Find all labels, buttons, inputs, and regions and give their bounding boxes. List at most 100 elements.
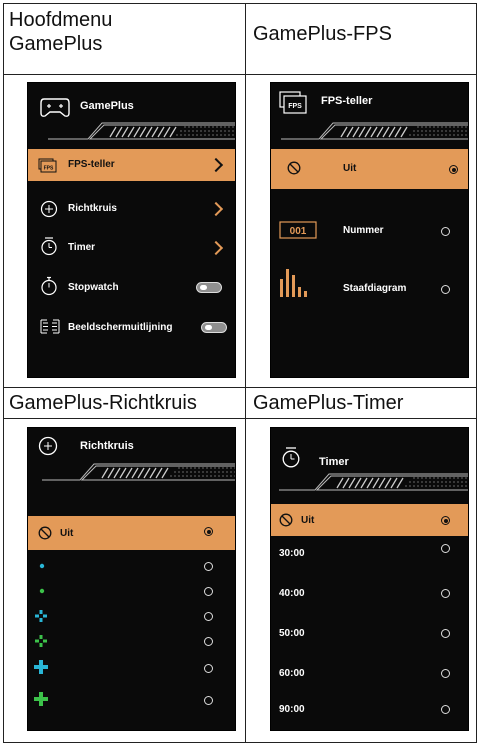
crosshair-icon [40,200,58,218]
fps-option-number[interactable]: 001 Nummer [271,217,468,245]
radio-unselected[interactable] [204,664,213,673]
radio-unselected[interactable] [204,587,213,596]
timer-option-40[interactable]: 40:00 [271,580,468,608]
option-label: Uit [60,528,74,539]
menu-item-label: Beeldschermuitlijning [68,322,173,333]
timer-option-off[interactable]: Uit [271,504,468,536]
off-icon [287,161,301,175]
off-icon [38,526,52,540]
column-divider [245,4,246,742]
menu-item-label: Stopwatch [68,282,119,293]
fps-screen: FPS FPS-teller Uit 001 Nummer Staafdiagr… [270,82,469,378]
fps-option-off[interactable]: Uit [271,149,468,189]
gamepad-icon [40,98,70,117]
menu-item-display-alignment[interactable]: Beeldschermuitlijning [28,313,235,341]
radio-unselected[interactable] [441,285,450,294]
crosshair-option-cross-small-green[interactable] [28,629,235,653]
fps-option-bar-graph[interactable]: Staafdiagram [271,261,468,303]
radio-unselected[interactable] [204,562,213,571]
cross-crosshair-icon [34,660,48,674]
dot-crosshair-icon [39,588,45,594]
main-menu-screen: GamePlus FPS FPS-teller Richtkruis Timer… [27,82,236,378]
radio-unselected[interactable] [441,589,450,598]
crosshair-option-cross-large-green[interactable] [28,684,235,714]
cross-crosshair-icon [35,610,47,622]
fps-icon: FPS [38,158,57,173]
menu-item-label: Richtkruis [68,203,117,214]
cell-title-line1: Hoofdmenu [9,9,113,31]
menu-item-timer[interactable]: Timer [28,233,235,261]
off-icon [279,513,293,527]
stopwatch-icon [41,276,57,296]
radio-unselected[interactable] [441,544,450,553]
row-divider [4,74,476,75]
svg-text:FPS: FPS [288,103,302,110]
crosshair-icon [38,436,58,456]
timer-option-50[interactable]: 50:00 [271,620,468,648]
svg-text:001: 001 [290,226,307,237]
option-label: 40:00 [279,588,305,599]
bar-graph-icon [280,269,307,297]
fps-icon: FPS [279,91,307,114]
radio-selected[interactable] [449,165,458,174]
crosshair-option-cross-large-cyan[interactable] [28,654,235,682]
screen-header: Richtkruis [28,428,235,488]
cell-title-line2: GamePlus [9,33,103,55]
crosshair-option-dot-green[interactable] [28,579,235,603]
crosshair-option-dot-cyan[interactable] [28,554,235,578]
menu-item-label: FPS-teller [68,159,115,170]
radio-unselected[interactable] [441,669,450,678]
timer-option-60[interactable]: 60:00 [271,660,468,688]
option-label: Uit [343,163,357,174]
screen-header: FPS FPS-teller [271,83,468,143]
crosshair-option-cross-small-cyan[interactable] [28,604,235,628]
option-label: 90:00 [279,704,305,715]
timer-option-30[interactable]: 30:00 [271,540,468,568]
timer-option-90[interactable]: 90:00 [271,696,468,724]
radio-unselected[interactable] [204,637,213,646]
option-label: 50:00 [279,628,305,639]
radio-unselected[interactable] [441,227,450,236]
option-label: 30:00 [279,548,305,559]
radio-unselected[interactable] [204,612,213,621]
timer-screen: Timer Uit 30:00 40:00 50:00 60:00 90:00 [270,427,469,731]
radio-selected[interactable] [204,527,213,536]
screen-title: Richtkruis [80,440,134,452]
radio-unselected[interactable] [441,629,450,638]
screen-header: Timer [271,428,468,491]
radio-unselected[interactable] [204,696,213,705]
chevron-right-icon [208,240,224,256]
crosshair-option-off[interactable]: Uit [28,516,235,550]
cell-title-fps: GamePlus-FPS [253,23,392,45]
display-alignment-toggle[interactable] [201,322,227,333]
stopwatch-toggle[interactable] [196,282,222,293]
cell-title-timer: GamePlus-Timer [253,392,404,414]
number-counter-icon: 001 [279,221,317,239]
svg-text:FPS: FPS [44,166,54,172]
option-label: Uit [301,515,315,526]
menu-item-stopwatch[interactable]: Stopwatch [28,273,235,301]
row-divider [4,387,476,388]
chevron-right-icon [208,201,224,217]
screen-title: GamePlus [80,100,134,112]
alignment-icon [40,319,60,334]
screen-header: GamePlus [28,83,235,143]
cell-title-crosshair: GamePlus-Richtkruis [9,392,197,414]
radio-selected[interactable] [441,516,450,525]
header-stripe-decoration [42,463,235,481]
dot-crosshair-icon [39,563,45,569]
cross-crosshair-icon [34,692,48,706]
menu-item-crosshair[interactable]: Richtkruis [28,195,235,223]
menu-item-fps-counter[interactable]: FPS FPS-teller [28,149,235,181]
option-label: 60:00 [279,668,305,679]
radio-unselected[interactable] [441,705,450,714]
screen-title: Timer [319,456,349,468]
menu-item-label: Timer [68,242,96,253]
figure-table: Hoofdmenu GamePlus GamePlus-FPS GamePlus… [3,3,477,743]
timer-icon [282,447,300,468]
row-divider [4,418,476,419]
timer-icon [41,237,57,256]
cross-crosshair-icon [35,635,47,647]
cell-title-main-menu: Hoofdmenu GamePlus [9,8,112,56]
crosshair-screen: Richtkruis Uit [27,427,236,731]
